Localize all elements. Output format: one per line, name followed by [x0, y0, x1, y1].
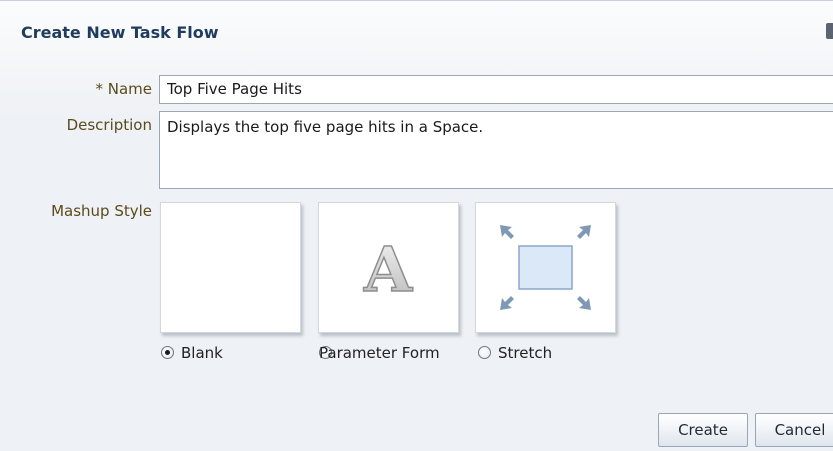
radio-blank-label: Blank	[181, 344, 223, 362]
cancel-button[interactable]: Cancel	[755, 413, 833, 447]
blank-tile[interactable]	[160, 202, 301, 333]
mashup-option-stretch[interactable]: Stretch	[478, 343, 603, 363]
name-field-value: Top Five Page Hits	[167, 80, 302, 98]
mashup-option-parameter-form[interactable]: Parameter Form	[319, 343, 469, 363]
create-button[interactable]: Create	[658, 413, 748, 447]
description-field[interactable]: Displays the top five page hits in a Spa…	[159, 111, 833, 189]
stretch-tile[interactable]	[475, 202, 616, 333]
mashup-style-label: Mashup Style	[51, 202, 152, 220]
letter-a-icon: A	[362, 232, 414, 307]
description-label: Description	[66, 116, 152, 134]
radio-parameter-form-label: Parameter Form	[319, 344, 440, 362]
dialog-title: Create New Task Flow	[21, 23, 219, 42]
required-marker: *	[95, 80, 103, 98]
name-label: * Name	[60, 80, 152, 98]
svg-text:A: A	[363, 233, 413, 306]
close-icon[interactable]	[826, 23, 833, 39]
create-task-flow-dialog: Create New Task Flow * Name Top Five Pag…	[0, 0, 833, 451]
parameter-form-tile[interactable]: A	[318, 202, 459, 333]
name-field[interactable]: Top Five Page Hits	[159, 75, 833, 104]
dialog-title-bar: Create New Task Flow	[0, 1, 833, 59]
radio-stretch[interactable]	[478, 346, 491, 359]
description-field-value: Displays the top five page hits in a Spa…	[167, 118, 484, 136]
stretch-arrows-icon	[500, 225, 591, 310]
radio-stretch-label: Stretch	[498, 344, 553, 362]
name-label-text: Name	[107, 80, 152, 98]
mashup-option-blank[interactable]: Blank	[161, 343, 286, 363]
radio-blank[interactable]	[161, 346, 174, 359]
